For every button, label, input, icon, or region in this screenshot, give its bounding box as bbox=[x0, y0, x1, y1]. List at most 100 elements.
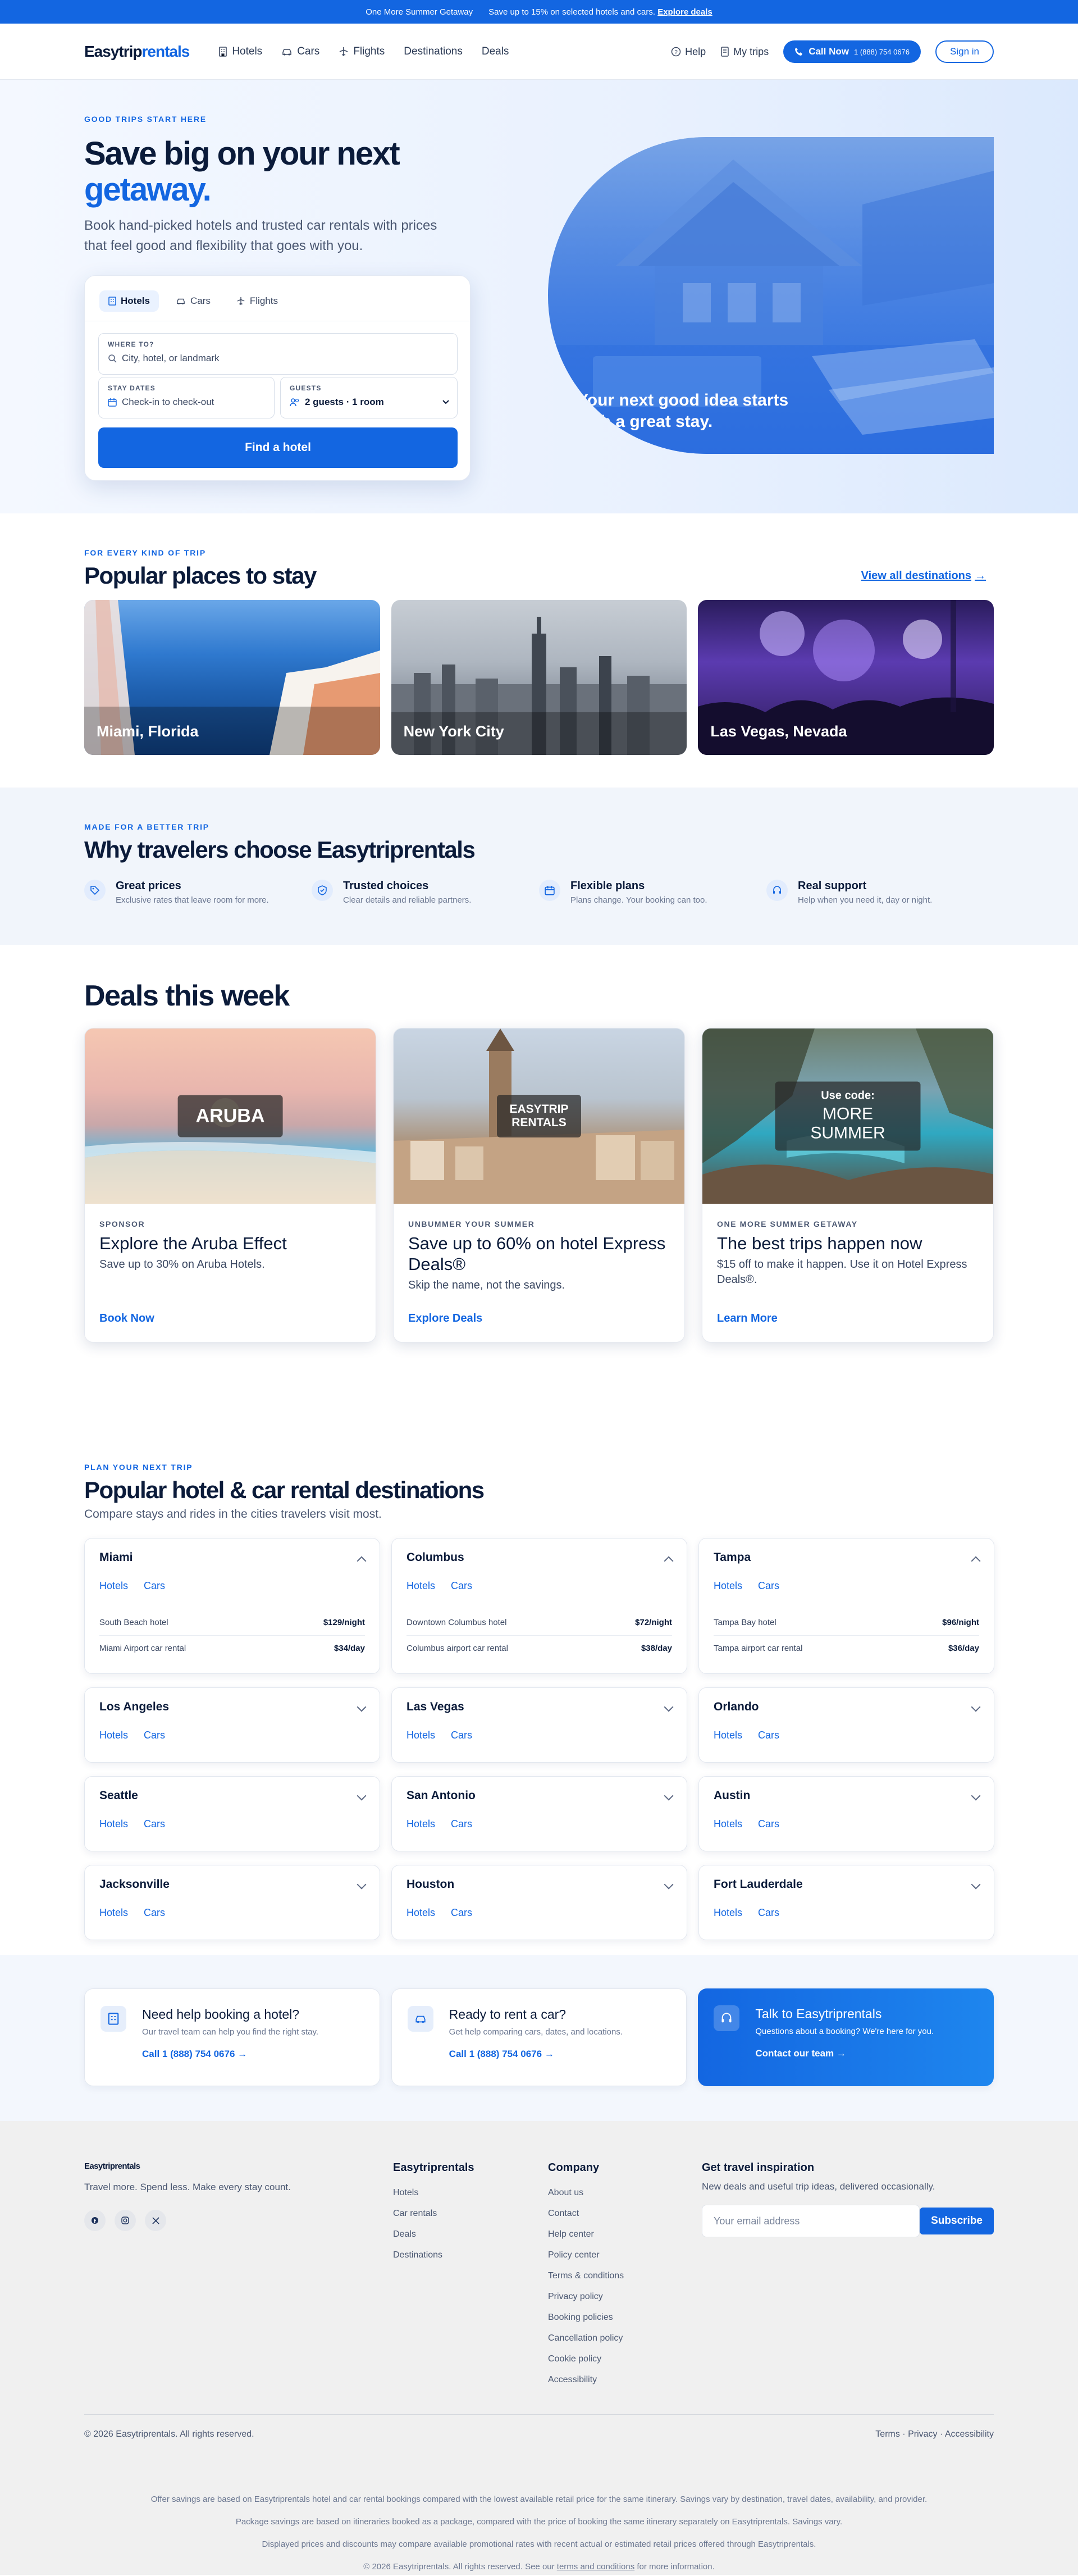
deal-card-aruba[interactable]: ARUBA SPONSOR Explore the Aruba Effect S… bbox=[84, 1028, 376, 1342]
destination-name[interactable]: Austin bbox=[714, 1789, 979, 1803]
destination-row[interactable]: Tampa airport car rental $36/day bbox=[714, 1636, 979, 1661]
destination-hotels-link[interactable]: Hotels bbox=[406, 1907, 435, 1919]
destination-cars-link[interactable]: Cars bbox=[451, 1730, 472, 1741]
tab-hotels[interactable]: Hotels bbox=[99, 290, 159, 312]
terms-link[interactable]: terms and conditions bbox=[557, 2562, 634, 2572]
destination-hotels-link[interactable]: Hotels bbox=[714, 1818, 742, 1830]
destination-row[interactable]: Miami Airport car rental $34/day bbox=[99, 1636, 365, 1661]
footer-link-deals[interactable]: Deals bbox=[393, 2224, 474, 2245]
footer-link-about[interactable]: About us bbox=[548, 2182, 624, 2203]
destination-name[interactable]: Jacksonville bbox=[99, 1878, 365, 1891]
destination-name[interactable]: Houston bbox=[406, 1878, 672, 1891]
deal-card-summer[interactable]: Use code: MORE SUMMER ONE MORE SUMMER GE… bbox=[702, 1028, 994, 1342]
deal-card-express[interactable]: EASYTRIP RENTALS UNBUMMER YOUR SUMMER Sa… bbox=[393, 1028, 685, 1342]
destination-name[interactable]: Orlando bbox=[714, 1700, 979, 1714]
explore-deals-link[interactable]: Explore Deals bbox=[408, 1312, 482, 1325]
destination-cars-link[interactable]: Cars bbox=[144, 1580, 165, 1592]
destination-hotels-link[interactable]: Hotels bbox=[714, 1907, 742, 1919]
footer-logo[interactable]: Easytriprentals bbox=[84, 2161, 140, 2171]
footer-link-accessibility[interactable]: Accessibility bbox=[548, 2369, 624, 2390]
search-icon bbox=[108, 354, 117, 363]
facebook-icon[interactable] bbox=[84, 2210, 106, 2231]
view-all-destinations-link[interactable]: View all destinations → bbox=[861, 570, 986, 582]
destination-hotels-link[interactable]: Hotels bbox=[714, 1730, 742, 1741]
call-now-button[interactable]: Call Now 1 (888) 754 0676 bbox=[783, 40, 921, 63]
where-field[interactable]: WHERE TO? City, hotel, or landmark bbox=[98, 333, 458, 375]
footer-link-privacy[interactable]: Privacy policy bbox=[548, 2286, 624, 2307]
destination-name[interactable]: Seattle bbox=[99, 1789, 365, 1803]
tab-cars[interactable]: Cars bbox=[167, 290, 220, 312]
footer-link-booking-policies[interactable]: Booking policies bbox=[548, 2307, 624, 2328]
destination-hotels-link[interactable]: Hotels bbox=[99, 1907, 128, 1919]
nav-cars[interactable]: Cars bbox=[281, 45, 319, 58]
destination-cars-link[interactable]: Cars bbox=[451, 1818, 472, 1830]
tab-flights[interactable]: Flights bbox=[227, 290, 287, 312]
destination-cars-link[interactable]: Cars bbox=[144, 1907, 165, 1919]
footer-link-hotels[interactable]: Hotels bbox=[393, 2182, 474, 2203]
city-card-miami[interactable]: Miami, Florida bbox=[84, 600, 380, 755]
destination-hotels-link[interactable]: Hotels bbox=[99, 1580, 128, 1592]
footer-link-destinations[interactable]: Destinations bbox=[393, 2245, 474, 2265]
instagram-icon[interactable] bbox=[115, 2210, 136, 2231]
call-car-link[interactable]: Call 1 (888) 754 0676 → bbox=[449, 2049, 554, 2060]
help-link[interactable]: ? Help bbox=[671, 46, 706, 58]
destination-name[interactable]: Columbus bbox=[406, 1551, 672, 1564]
destination-name[interactable]: Fort Lauderdale bbox=[714, 1878, 979, 1891]
destination-cars-link[interactable]: Cars bbox=[144, 1818, 165, 1830]
nav-hotels[interactable]: Hotels bbox=[218, 45, 262, 58]
book-now-link[interactable]: Book Now bbox=[99, 1312, 154, 1325]
logo[interactable]: Easytriprentals bbox=[84, 43, 190, 61]
city-card-new-york[interactable]: New York City bbox=[391, 600, 687, 755]
destination-name[interactable]: Los Angeles bbox=[99, 1700, 365, 1714]
footer-link-cookie[interactable]: Cookie policy bbox=[548, 2349, 624, 2369]
destination-cars-link[interactable]: Cars bbox=[451, 1580, 472, 1592]
call-hotel-link[interactable]: Call 1 (888) 754 0676 → bbox=[142, 2049, 247, 2060]
destination-cars-link[interactable]: Cars bbox=[758, 1818, 779, 1830]
guests-field[interactable]: GUESTS 2 guests · 1 room bbox=[280, 377, 458, 418]
sign-in-button[interactable]: Sign in bbox=[935, 40, 994, 63]
nav-deals[interactable]: Deals bbox=[482, 45, 509, 58]
guests-input[interactable]: 2 guests · 1 room bbox=[290, 397, 449, 408]
dates-field[interactable]: STAY DATES Check-in to check-out bbox=[98, 377, 275, 418]
where-input[interactable]: City, hotel, or landmark bbox=[108, 353, 220, 364]
destination-cars-link[interactable]: Cars bbox=[758, 1580, 779, 1592]
destination-row[interactable]: Tampa Bay hotel $96/night bbox=[714, 1610, 979, 1636]
email-input[interactable]: Your email address bbox=[702, 2205, 920, 2237]
footer-link-car-rentals[interactable]: Car rentals bbox=[393, 2203, 474, 2224]
destination-hotels-link[interactable]: Hotels bbox=[99, 1818, 128, 1830]
footer-link-help-center[interactable]: Help center bbox=[548, 2224, 624, 2245]
nav-destinations[interactable]: Destinations bbox=[404, 45, 463, 58]
destination-row[interactable]: Columbus airport car rental $38/day bbox=[406, 1636, 672, 1661]
copyright: © 2026 Easytriprentals. All rights reser… bbox=[84, 2429, 254, 2439]
promo-link[interactable]: Explore deals bbox=[657, 7, 712, 17]
destination-hotels-link[interactable]: Hotels bbox=[99, 1730, 128, 1741]
footer-link-policy-center[interactable]: Policy center bbox=[548, 2245, 624, 2265]
destination-hotels-link[interactable]: Hotels bbox=[406, 1818, 435, 1830]
footer-link-terms[interactable]: Terms & conditions bbox=[548, 2265, 624, 2286]
x-twitter-icon[interactable] bbox=[145, 2210, 166, 2231]
destination-name[interactable]: Miami bbox=[99, 1551, 365, 1564]
subscribe-button[interactable]: Subscribe bbox=[920, 2208, 994, 2234]
destination-row[interactable]: Downtown Columbus hotel $72/night bbox=[406, 1610, 672, 1636]
destination-hotels-link[interactable]: Hotels bbox=[406, 1730, 435, 1741]
destination-cars-link[interactable]: Cars bbox=[144, 1730, 165, 1741]
destination-cars-link[interactable]: Cars bbox=[758, 1730, 779, 1741]
destination-row[interactable]: South Beach hotel $129/night bbox=[99, 1610, 365, 1636]
find-hotel-button[interactable]: Find a hotel bbox=[98, 427, 458, 468]
footer-bottom-links[interactable]: Terms · Privacy · Accessibility bbox=[875, 2429, 994, 2440]
my-trips-link[interactable]: My trips bbox=[720, 46, 769, 58]
destination-cars-link[interactable]: Cars bbox=[451, 1907, 472, 1919]
city-card-las-vegas[interactable]: Las Vegas, Nevada bbox=[698, 600, 994, 755]
dates-input[interactable]: Check-in to check-out bbox=[108, 397, 214, 408]
contact-team-link[interactable]: Contact our team → bbox=[755, 2048, 846, 2059]
destination-cars-link[interactable]: Cars bbox=[758, 1907, 779, 1919]
destination-name[interactable]: San Antonio bbox=[406, 1789, 672, 1803]
destination-hotels-link[interactable]: Hotels bbox=[714, 1580, 742, 1592]
destination-name[interactable]: Las Vegas bbox=[406, 1700, 672, 1714]
destination-name[interactable]: Tampa bbox=[714, 1551, 979, 1564]
learn-more-link[interactable]: Learn More bbox=[717, 1312, 778, 1325]
footer-link-contact[interactable]: Contact bbox=[548, 2203, 624, 2224]
destination-hotels-link[interactable]: Hotels bbox=[406, 1580, 435, 1592]
footer-link-cancellation[interactable]: Cancellation policy bbox=[548, 2328, 624, 2349]
nav-flights[interactable]: Flights bbox=[339, 45, 385, 58]
